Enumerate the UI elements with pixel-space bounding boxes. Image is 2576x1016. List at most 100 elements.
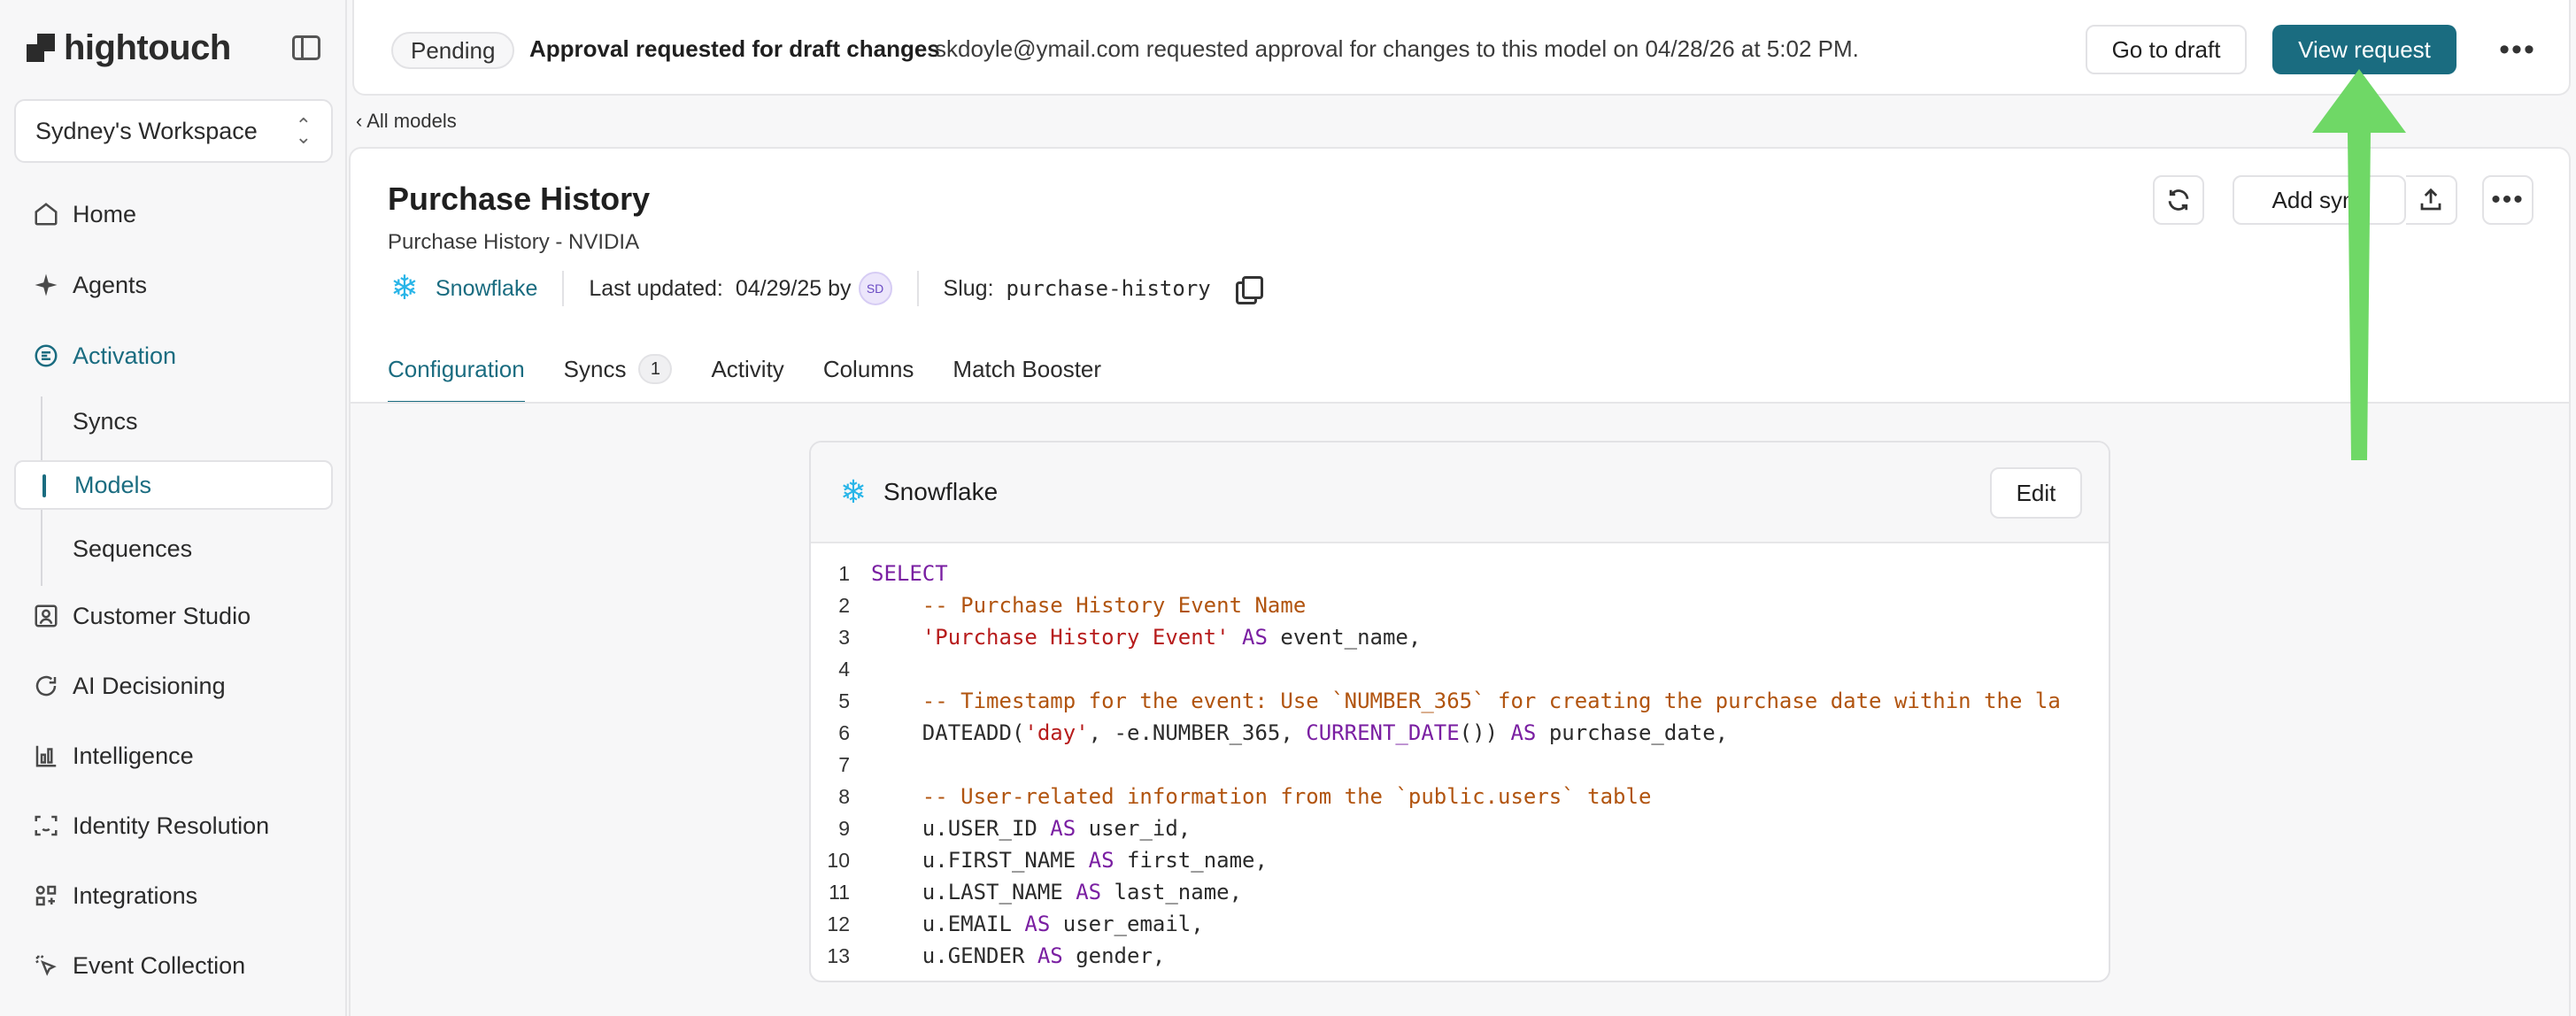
sidebar-item-ai-decisioning[interactable]: AI Decisioning (14, 661, 333, 711)
sidebar-item-label: AI Decisioning (73, 672, 226, 699)
source-link[interactable]: Snowflake (436, 276, 537, 302)
sidebar-item-label: Agents (73, 271, 148, 298)
annotation-arrow-icon (2312, 69, 2406, 460)
refresh-button[interactable] (2153, 175, 2204, 225)
cursor-click-icon (30, 950, 62, 981)
code-line: 1 SELECT (811, 558, 2109, 589)
line-number: 7 (838, 752, 850, 776)
sidebar-item-activation[interactable]: Activation (14, 331, 333, 381)
sidebar-subitem-sequences[interactable]: Sequences (14, 524, 333, 573)
tab-label: Configuration (388, 356, 525, 382)
slug-label: Slug: (943, 275, 994, 301)
code-token: u.FIRST_NAME (871, 848, 1089, 873)
back-to-models-link[interactable]: ‹ All models (356, 110, 457, 133)
line-number: 13 (827, 943, 850, 967)
edit-query-button[interactable]: Edit (1990, 467, 2082, 519)
line-number: 6 (838, 720, 850, 744)
banner-title: Approval requested for draft changes (529, 35, 940, 62)
status-badge: Pending (391, 32, 515, 69)
upload-icon (2420, 188, 2441, 211)
sidebar-item-event-collection[interactable]: Event Collection (14, 941, 333, 990)
tab-configuration[interactable]: Configuration (388, 350, 525, 404)
slug-value: purchase-history (1006, 276, 1211, 301)
sidebar-item-intelligence[interactable]: Intelligence (14, 731, 333, 781)
code-token: AS (1024, 912, 1051, 936)
last-updated-value: 04/29/25 by (735, 275, 852, 301)
line-number: 5 (838, 689, 850, 712)
copy-icon[interactable] (1235, 276, 1263, 304)
divider (562, 271, 565, 306)
tab-label: Match Booster (953, 356, 1102, 382)
code-line: 8 -- User-related information from the `… (811, 781, 2109, 812)
query-source-name: Snowflake (883, 478, 999, 505)
refresh-icon (2168, 189, 2189, 211)
view-request-button[interactable]: View request (2272, 25, 2456, 74)
code-line: 3 'Purchase History Event' AS event_name… (811, 621, 2109, 653)
line-number: 12 (827, 912, 850, 935)
sidebar-item-customer-studio[interactable]: Customer Studio (14, 591, 333, 641)
sidebar-item-label: Identity Resolution (73, 812, 270, 839)
sidebar-subitem-models[interactable]: Models (14, 460, 333, 510)
model-more-options-button[interactable]: ••• (2482, 175, 2534, 225)
logo-text: hightouch (64, 27, 231, 67)
sidebar-item-home[interactable]: Home (14, 189, 333, 239)
code-token: ()) (1459, 720, 1511, 745)
go-to-draft-button[interactable]: Go to draft (2086, 25, 2247, 74)
sidebar-item-label: Intelligence (73, 742, 194, 769)
sidebar-item-label: Activation (73, 342, 177, 369)
sidebar-item-agents[interactable]: Agents (14, 260, 333, 310)
code-token: u.GENDER (871, 943, 1037, 968)
sidebar-item-identity-resolution[interactable]: Identity Resolution (14, 801, 333, 851)
code-token: user_email, (1050, 912, 1204, 936)
sql-code-editor[interactable]: 1 SELECT 2 -- Purchase History Event Name 3… (811, 545, 2109, 981)
hightouch-logo[interactable]: hightouch (27, 27, 231, 69)
code-token: user_id, (1076, 816, 1192, 841)
code-token: 'Purchase History Event' (922, 625, 1230, 650)
code-token: , -e.NUMBER_365, (1088, 720, 1307, 745)
tab-syncs[interactable]: Syncs 1 (564, 350, 673, 404)
code-token: -- Purchase History Event Name (922, 593, 1307, 618)
approval-banner: Pending Approval requested for draft cha… (352, 0, 2571, 96)
tab-match-booster[interactable]: Match Booster (953, 350, 1101, 404)
sidebar-subitem-label: Syncs (73, 407, 138, 435)
user-square-icon (30, 600, 62, 632)
back-link-label: All models (366, 110, 457, 132)
tab-activity[interactable]: Activity (711, 350, 783, 404)
code-token: event_name, (1267, 625, 1422, 650)
sidebar-item-label: Customer Studio (73, 602, 251, 629)
sidebar-item-label: Home (73, 200, 137, 227)
code-line: 12 u.EMAIL AS user_email, (811, 908, 2109, 940)
code-line: 6 DATEADD('day', -e.NUMBER_365, CURRENT_… (811, 717, 2109, 749)
sidebar-subitem-syncs[interactable]: Syncs (14, 396, 333, 446)
sidebar-toggle-icon[interactable] (292, 35, 320, 60)
sidebar-subitem-label: Models (74, 471, 152, 498)
last-updated-label: Last updated: (589, 275, 723, 301)
tab-label: Syncs (563, 356, 627, 382)
code-line: 11 u.LAST_NAME AS last_name, (811, 876, 2109, 908)
sidebar-item-integrations[interactable]: Integrations (14, 871, 333, 920)
sidebar: hightouch Sydney's Workspace ⌃ ⌄ Home Age… (0, 0, 347, 1016)
syncs-count-badge: 1 (638, 354, 673, 384)
line-number: 10 (827, 848, 850, 872)
more-options-icon[interactable]: ••• (2496, 32, 2539, 67)
code-token: DATEADD( (871, 720, 1025, 745)
line-number: 2 (838, 593, 850, 617)
selected-indicator (42, 474, 46, 497)
activation-icon (30, 340, 62, 372)
code-token: -- Timestamp for the event: Use `NUMBER_… (922, 689, 2061, 713)
tab-columns[interactable]: Columns (823, 350, 914, 404)
workspace-switcher[interactable]: Sydney's Workspace ⌃ ⌄ (14, 99, 333, 163)
sidebar-subitem-label: Sequences (73, 535, 193, 562)
code-line: 9 u.USER_ID AS user_id, (811, 812, 2109, 844)
sparkle-icon (30, 269, 62, 301)
code-token: AS (1510, 720, 1537, 745)
code-token: AS (1050, 816, 1076, 841)
chevron-left-icon: ‹ (356, 110, 367, 132)
code-line: 7 (811, 749, 2109, 781)
line-number: 8 (838, 784, 850, 808)
